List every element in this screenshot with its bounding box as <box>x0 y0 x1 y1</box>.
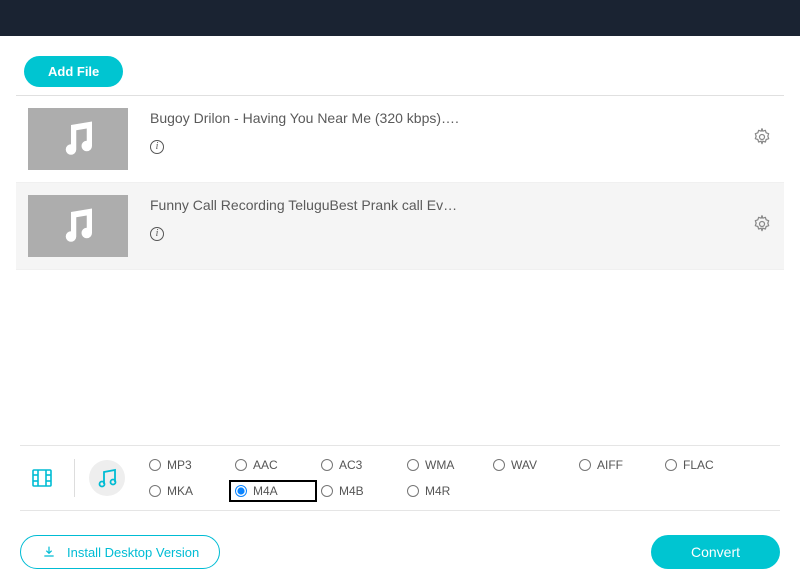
format-option-ac3[interactable]: AC3 <box>317 456 401 474</box>
convert-button[interactable]: Convert <box>651 535 780 569</box>
file-row[interactable]: Funny Call Recording TeluguBest Prank ca… <box>16 183 784 270</box>
format-option-flac[interactable]: FLAC <box>661 456 745 474</box>
info-icon: i <box>150 227 164 241</box>
info-icon: i <box>150 140 164 154</box>
format-option-m4b[interactable]: M4B <box>317 482 401 500</box>
format-label: FLAC <box>683 458 714 472</box>
install-label: Install Desktop Version <box>67 545 199 560</box>
file-list: Bugoy Drilon - Having You Near Me (320 k… <box>16 95 784 270</box>
film-icon <box>30 466 54 490</box>
settings-button[interactable] <box>752 127 772 152</box>
format-option-aiff[interactable]: AIFF <box>575 456 659 474</box>
format-label: AAC <box>253 458 278 472</box>
format-option-aac[interactable]: AAC <box>231 456 315 474</box>
format-option-mka[interactable]: MKA <box>145 482 229 500</box>
info-button[interactable]: i <box>150 136 164 153</box>
music-note-icon <box>57 118 99 160</box>
info-button[interactable]: i <box>150 223 164 240</box>
add-file-button[interactable]: Add File <box>24 56 123 87</box>
audio-thumbnail <box>28 108 128 170</box>
file-title: Bugoy Drilon - Having You Near Me (320 k… <box>150 110 730 126</box>
file-title: Funny Call Recording TeluguBest Prank ca… <box>150 197 730 213</box>
format-option-mp3[interactable]: MP3 <box>145 456 229 474</box>
format-option-m4r[interactable]: M4R <box>403 482 487 500</box>
format-label: M4A <box>253 484 278 498</box>
format-label: WMA <box>425 458 454 472</box>
format-option-wav[interactable]: WAV <box>489 456 573 474</box>
format-label: MP3 <box>167 458 192 472</box>
video-category-button[interactable] <box>24 460 60 496</box>
music-note-icon <box>57 205 99 247</box>
format-label: M4R <box>425 484 450 498</box>
gear-icon <box>752 214 772 234</box>
gear-icon <box>752 127 772 147</box>
title-bar <box>0 0 800 36</box>
download-icon <box>41 544 57 560</box>
music-icon <box>95 466 119 490</box>
format-label: AIFF <box>597 458 623 472</box>
format-grid: MP3 AAC AC3 WMA WAV AIFF FLAC MKA M4A M4… <box>145 456 745 500</box>
install-desktop-button[interactable]: Install Desktop Version <box>20 535 220 569</box>
format-label: WAV <box>511 458 537 472</box>
settings-button[interactable] <box>752 214 772 239</box>
format-label: AC3 <box>339 458 362 472</box>
format-option-wma[interactable]: WMA <box>403 456 487 474</box>
format-option-m4a[interactable]: M4A <box>231 482 315 500</box>
audio-thumbnail <box>28 195 128 257</box>
separator <box>74 459 75 497</box>
file-row[interactable]: Bugoy Drilon - Having You Near Me (320 k… <box>16 96 784 183</box>
audio-category-button[interactable] <box>89 460 125 496</box>
format-label: M4B <box>339 484 364 498</box>
format-bar: MP3 AAC AC3 WMA WAV AIFF FLAC MKA M4A M4… <box>20 445 780 511</box>
format-label: MKA <box>167 484 193 498</box>
bottom-bar: Install Desktop Version Convert <box>20 535 780 569</box>
